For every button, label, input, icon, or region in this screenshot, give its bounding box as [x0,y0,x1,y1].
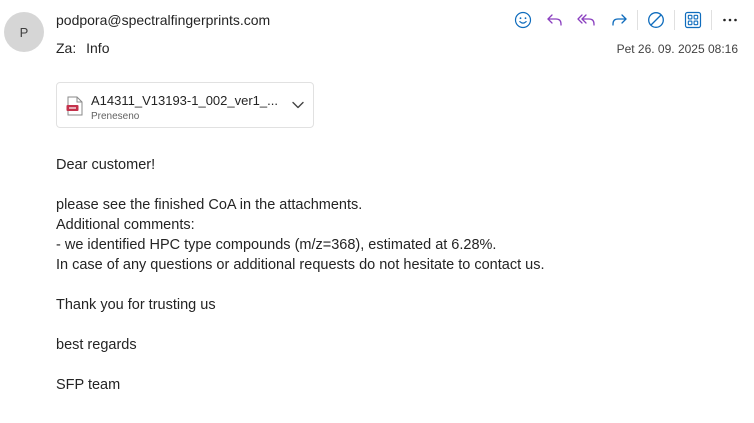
toolbar-divider [637,10,638,30]
block-icon [648,12,664,28]
pdf-file-icon [66,96,83,116]
reply-icon [547,14,562,26]
signature: SFP team [56,377,121,393]
recipient-line: Za: Info [56,40,109,56]
thanks-line: Thank you for trusting us [56,297,216,313]
more-actions-button[interactable] [714,6,746,34]
apps-icon [684,11,702,29]
reply-all-icon [577,14,595,26]
apps-button[interactable] [677,6,709,34]
message-body: Dear customer! please see the finished C… [56,155,544,395]
recipient-name[interactable]: Info [86,40,109,56]
reply-all-button[interactable] [571,6,603,34]
reply-button[interactable] [539,6,571,34]
chevron-down-icon[interactable] [291,98,305,112]
message-date: Pet 26. 09. 2025 08:16 [616,42,738,56]
emoji-icon [514,11,532,29]
forward-icon [612,14,627,26]
block-button[interactable] [640,6,672,34]
attachment-card[interactable]: A14311_V13193-1_002_ver1_... Preneseno [56,82,314,128]
emoji-button[interactable] [507,6,539,34]
toolbar-divider [674,10,675,30]
toolbar-divider [711,10,712,30]
forward-button[interactable] [603,6,635,34]
body-line: - we identified HPC type compounds (m/z=… [56,237,497,253]
body-line: Additional comments: [56,217,195,233]
attachment-status: Preneseno [91,111,140,122]
body-line: In case of any questions or additional r… [56,257,545,273]
regards-line: best regards [56,337,137,353]
more-icon [723,18,737,22]
message-toolbar [507,6,746,34]
sender-avatar[interactable]: P [4,12,44,52]
to-label: Za: [56,40,77,56]
greeting: Dear customer! [56,157,156,173]
attachment-name[interactable]: A14311_V13193-1_002_ver1_... [91,93,283,108]
body-line: please see the finished CoA in the attac… [56,197,363,213]
sender-address[interactable]: podpora@spectralfingerprints.com [56,12,270,28]
